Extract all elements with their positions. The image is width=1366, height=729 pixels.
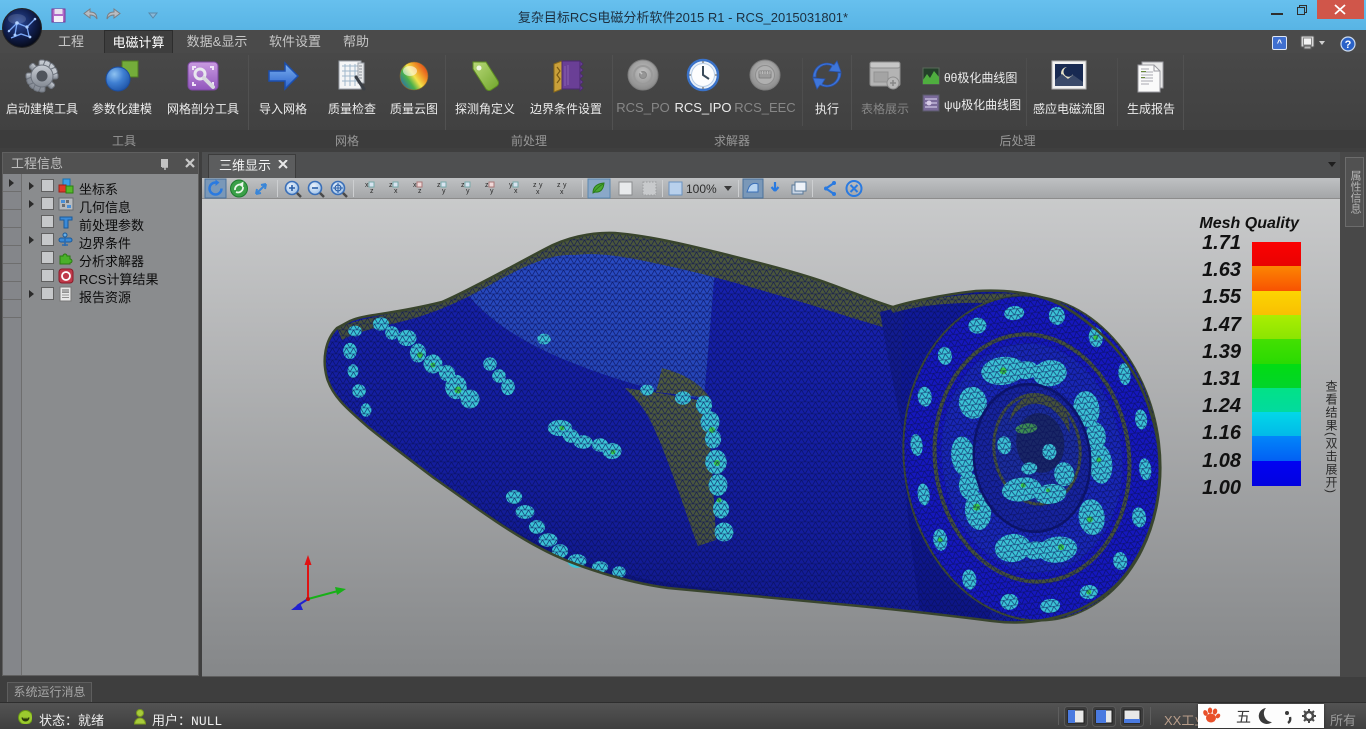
svg-text:y: y	[466, 188, 470, 195]
svg-text:五: 五	[1236, 709, 1251, 726]
svg-text:z: z	[461, 182, 465, 189]
svg-text:z: z	[418, 188, 422, 195]
svg-text:y: y	[563, 182, 567, 189]
svg-text:z: z	[389, 182, 393, 189]
svg-text:y: y	[539, 182, 543, 189]
svg-text:z: z	[370, 188, 374, 195]
svg-text:z: z	[533, 182, 537, 189]
svg-text:z: z	[485, 182, 489, 189]
svg-text:x: x	[413, 182, 417, 189]
svg-text:y: y	[509, 182, 513, 189]
svg-text:z: z	[557, 182, 561, 189]
svg-text:y: y	[490, 188, 494, 195]
svg-text:?: ?	[1345, 39, 1352, 51]
svg-text:x: x	[365, 182, 369, 189]
svg-text:x: x	[514, 188, 518, 195]
svg-text:z: z	[437, 182, 441, 189]
svg-text:x: x	[560, 189, 564, 196]
svg-text:y: y	[442, 188, 446, 195]
svg-text:x: x	[536, 189, 540, 196]
svg-text:x: x	[394, 188, 398, 195]
